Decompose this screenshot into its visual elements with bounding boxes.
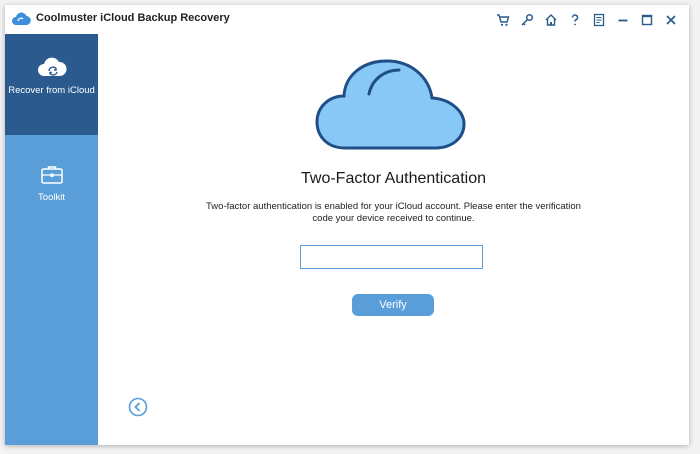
maximize-icon[interactable]	[635, 11, 659, 28]
title-bar[interactable]: Coolmuster iCloud Backup Recovery	[5, 5, 689, 34]
key-icon[interactable]	[515, 11, 539, 28]
toolbox-icon	[40, 166, 63, 184]
page-title: Two-Factor Authentication	[301, 170, 486, 187]
app-logo-icon	[12, 12, 31, 26]
main-content: Two-Factor Authentication Two-factor aut…	[98, 34, 689, 445]
verify-button[interactable]: Verify	[352, 294, 434, 316]
sidebar-item-recover-from-icloud[interactable]: Recover from iCloud	[5, 34, 98, 135]
window-title: Coolmuster iCloud Backup Recovery	[36, 12, 230, 24]
help-icon[interactable]	[563, 11, 587, 28]
feedback-icon[interactable]	[587, 11, 611, 28]
home-icon[interactable]	[539, 11, 563, 28]
cloud-sync-icon	[37, 57, 67, 76]
verification-code-input[interactable]	[300, 245, 483, 269]
close-icon[interactable]	[659, 11, 683, 28]
instruction-text: Two-factor authentication is enabled for…	[206, 201, 581, 224]
sidebar: Recover from iCloud Toolkit	[5, 34, 98, 445]
cloud-icon	[315, 59, 466, 150]
cart-icon[interactable]	[491, 11, 515, 28]
sidebar-item-label: Toolkit	[38, 192, 65, 203]
sidebar-item-toolkit[interactable]: Toolkit	[5, 164, 98, 209]
titlebar-controls	[491, 11, 683, 28]
minimize-icon[interactable]	[611, 11, 635, 28]
app-window: Coolmuster iCloud Backup Recovery Recove…	[5, 5, 689, 445]
sidebar-item-label: Recover from iCloud	[8, 85, 95, 96]
back-arrow-icon[interactable]	[128, 397, 148, 417]
